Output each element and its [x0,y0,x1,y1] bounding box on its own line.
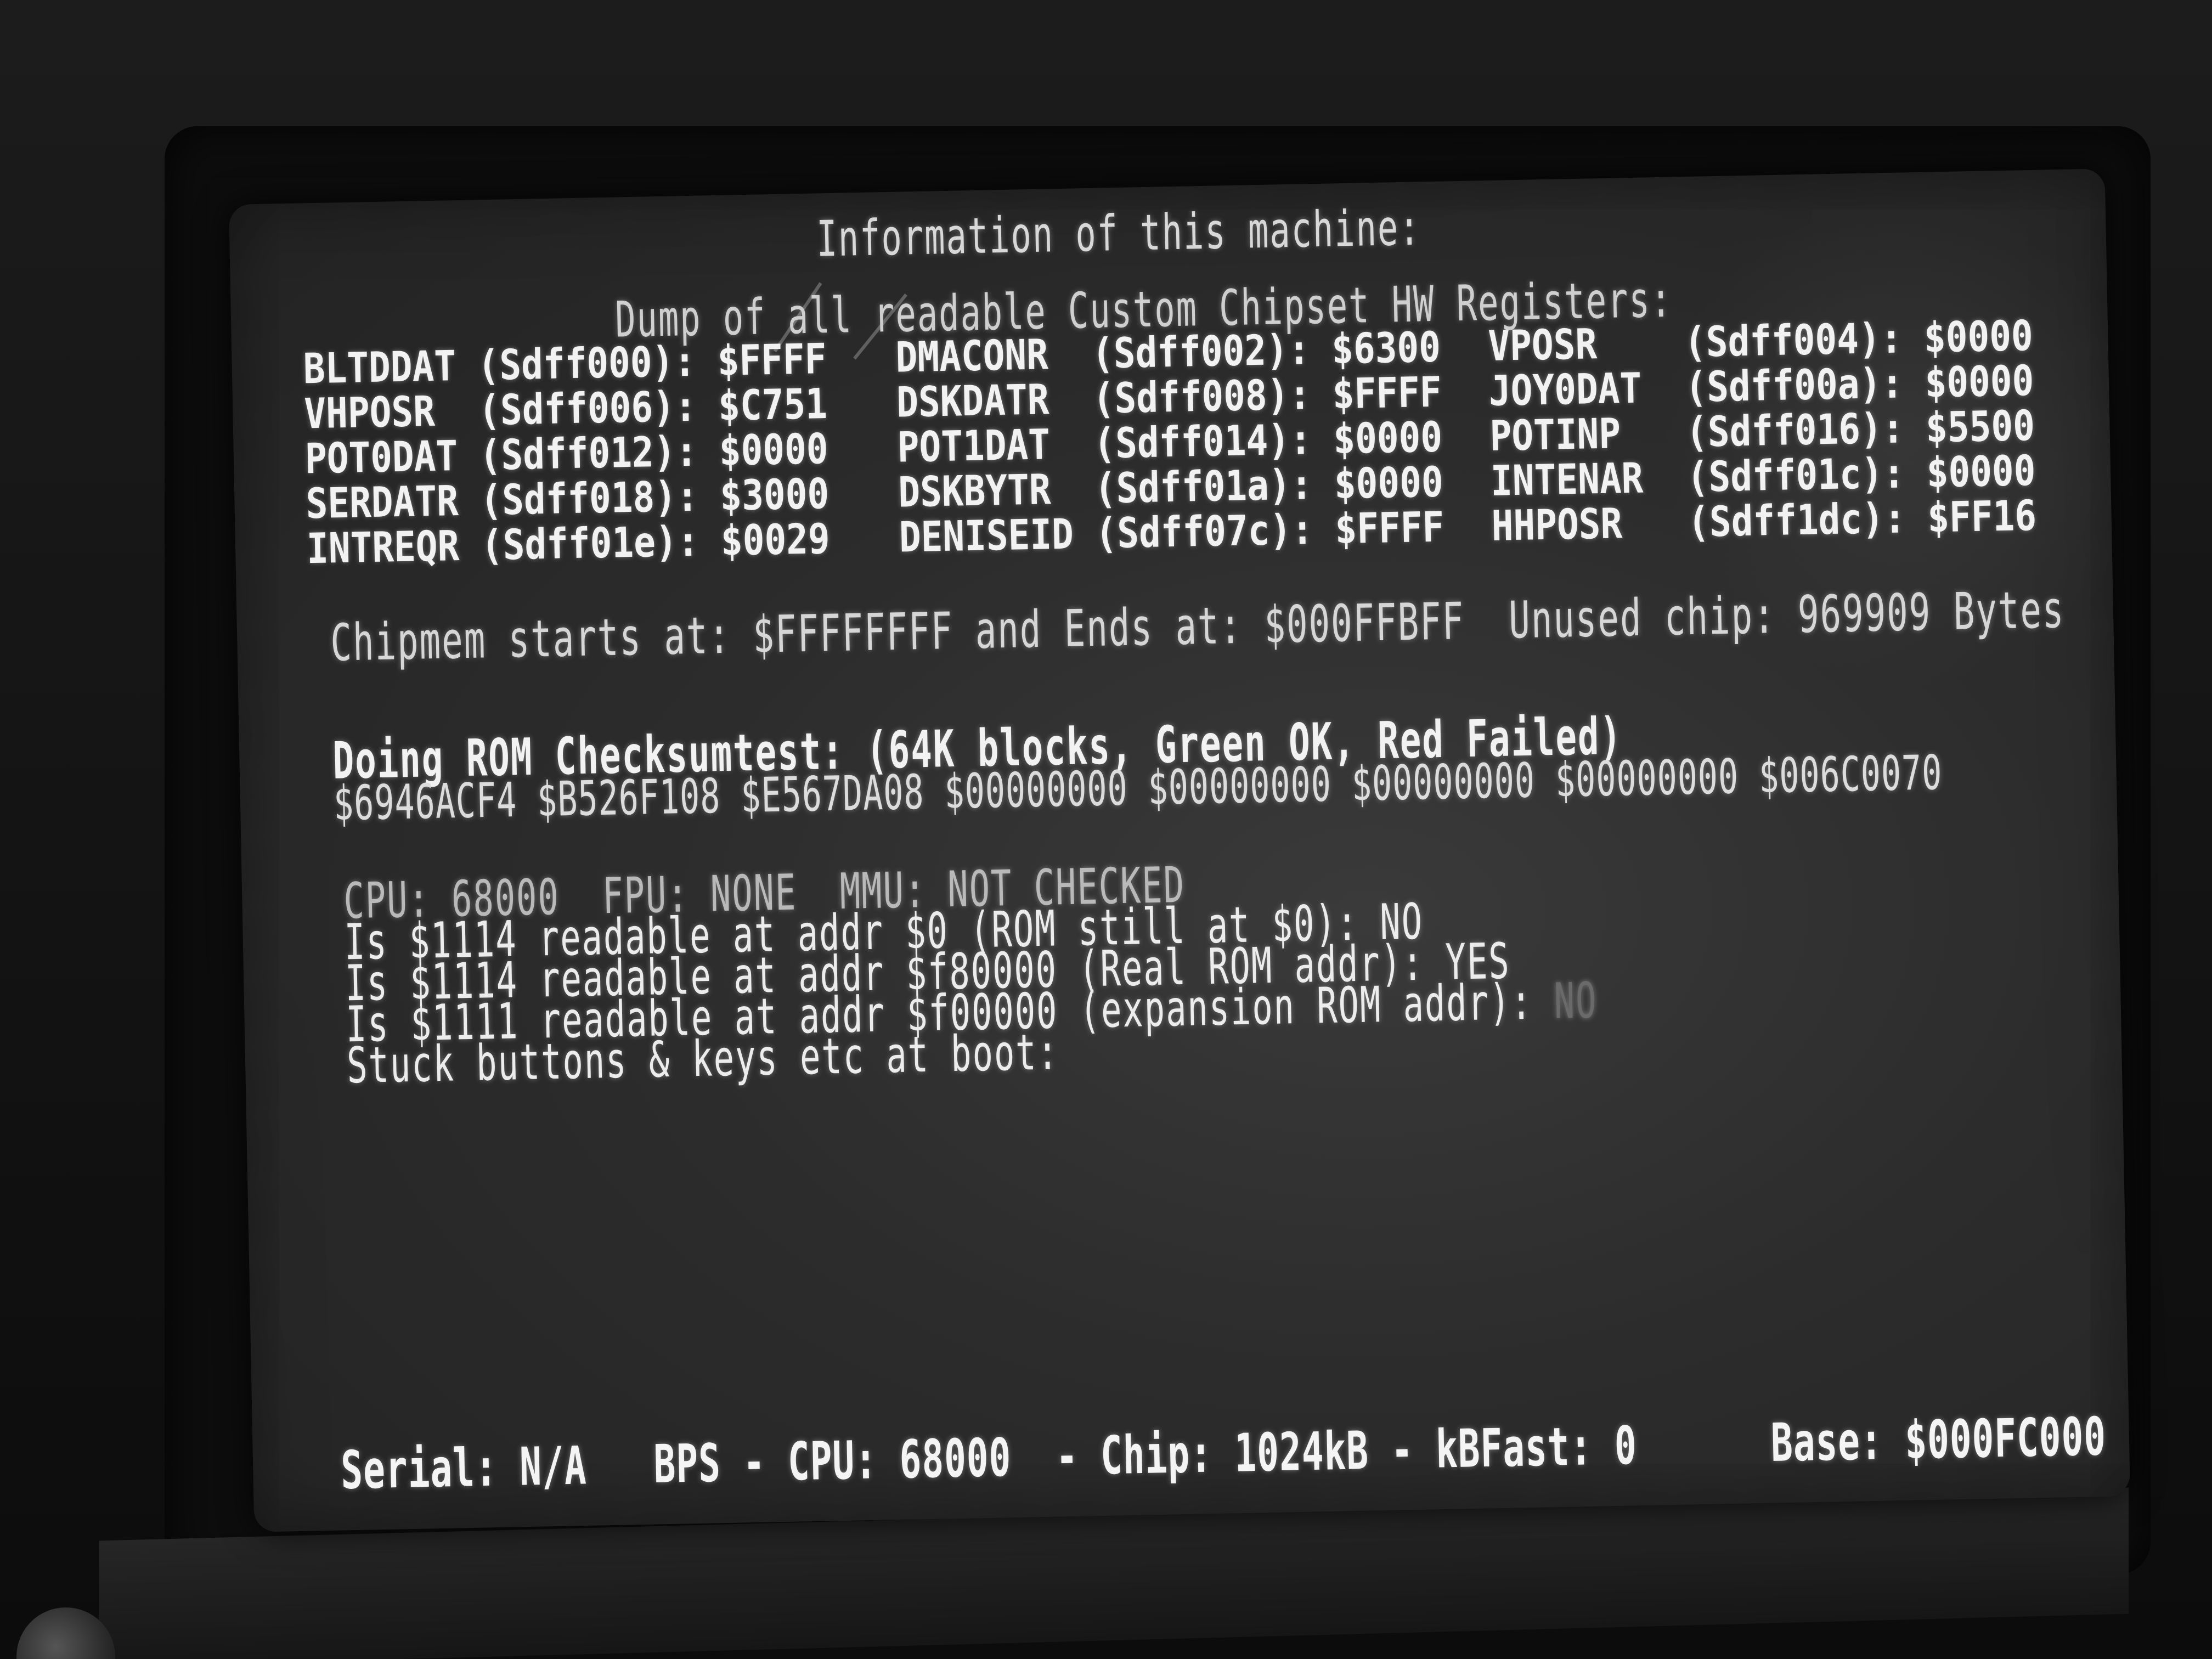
crt-screen: Information of this machine: Dump of all… [229,168,2130,1532]
photo-frame: Information of this machine: Dump of all… [0,0,2212,1659]
chipmem-info: Chipmem starts at: $FFFFFFFF and Ends at… [330,580,2066,673]
register-table: BLTDDAT (Sdff000): $FFFF DMACONR (Sdff00… [303,312,2062,573]
register-entry: HHPOSR (Sdff1dc): $FF16 [1491,491,2037,551]
status-bar: Serial: N/A BPS - CPU: 68000 - Chip: 102… [340,1406,2107,1502]
rom-check-result: NO [1553,971,1598,1030]
terminal-output: Information of this machine: Dump of all… [229,168,2130,1532]
page-title: Information of this machine: [816,198,1421,268]
register-entry: DENISEID (Sdff07c): $FFFF [899,503,1445,562]
register-entry: INTREQR (Sdff01e): $0029 [306,514,831,573]
